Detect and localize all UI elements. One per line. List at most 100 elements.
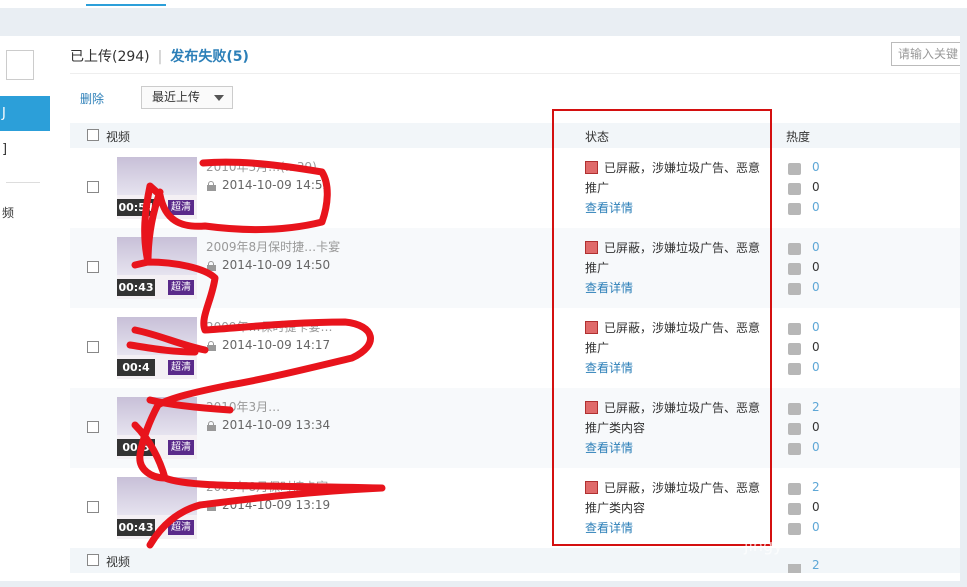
lock-icon: [207, 421, 216, 431]
play-icon: [788, 163, 801, 175]
row-checkbox[interactable]: [87, 261, 99, 273]
video-title[interactable]: 2009年8月保时捷…卡宴: [206, 238, 340, 255]
row-checkbox[interactable]: [87, 341, 99, 353]
sidebar: J ] 频: [0, 36, 50, 581]
sort-select[interactable]: 最近上传: [141, 86, 233, 109]
play-count: 0: [812, 320, 820, 334]
tab-separator: |: [157, 49, 163, 65]
lock-icon: [207, 181, 216, 191]
upload-tabs: 已上传(294) | 发布失败(5): [70, 46, 249, 66]
tab-failed[interactable]: 发布失败(5): [170, 49, 249, 65]
chevron-down-icon: [214, 95, 224, 101]
heat-cell: 2 0 0: [788, 400, 848, 460]
sidebar-item-2[interactable]: ]: [2, 142, 7, 157]
heat-cell: 2 0 0: [788, 480, 848, 540]
sidebar-item-active[interactable]: J: [0, 96, 50, 131]
upload-date: 2014-10-09 14:50: [222, 258, 331, 272]
thumbnail-art: [117, 237, 197, 275]
table-row: 00:4 超清 2009年…保时捷卡宴… 2014-10-09 14:17 已屏蔽，涉嫌…: [70, 308, 960, 388]
table-row: 00:43 超清 2009年8月保时捷卡宴 2014-10-09 13:19 已屏蔽，涉…: [70, 468, 960, 548]
play-icon: [788, 403, 801, 415]
hd-badge: 超清: [168, 280, 194, 295]
footer-heat-value: 2: [812, 558, 820, 572]
heat-cell: 0 0 0: [788, 240, 848, 300]
video-thumbnail[interactable]: 00:4 超清: [117, 317, 197, 379]
select-all-checkbox-bottom[interactable]: [87, 554, 99, 566]
comment-icon: [788, 503, 801, 515]
play-icon: [788, 483, 801, 495]
sidebar-button[interactable]: [6, 50, 34, 80]
column-header-heat: 热度: [786, 130, 811, 144]
table-row: 00:43 超清 2009年8月保时捷…卡宴 2014-10-09 14:50 已屏蔽，…: [70, 228, 960, 308]
duration-badge: 00:43: [117, 279, 155, 296]
video-thumbnail[interactable]: 00:43 超清: [117, 477, 197, 539]
play-count: 2: [812, 480, 820, 494]
sort-select-value: 最近上传: [152, 90, 201, 104]
lock-icon: [207, 501, 216, 511]
comment-count: 0: [812, 500, 820, 514]
select-all-checkbox[interactable]: [87, 129, 99, 141]
highlight-box: [552, 109, 772, 546]
play-count: 0: [812, 160, 820, 174]
play-icon: [788, 564, 801, 573]
share-count: 0: [812, 520, 820, 534]
share-count: 0: [812, 360, 820, 374]
upload-date: 2014-10-09 13:19: [222, 498, 331, 512]
video-title[interactable]: 2010年3月…(…39): [206, 158, 317, 175]
duration-badge: 00:5: [117, 439, 155, 456]
share-count: 0: [812, 200, 820, 214]
comment-count: 0: [812, 340, 820, 354]
video-thumbnail[interactable]: 00:5 超清: [117, 397, 197, 459]
row-checkbox[interactable]: [87, 421, 99, 433]
lock-icon: [207, 261, 216, 271]
comment-icon: [788, 423, 801, 435]
table-header: 视频 状态 热度: [70, 123, 960, 148]
row-checkbox[interactable]: [87, 501, 99, 513]
thumbnail-art: [117, 477, 197, 515]
comment-icon: [788, 343, 801, 355]
table-row: 00:5 超清 2010年3月… 2014-10-09 13:34 已屏蔽，涉嫌垃圾广告…: [70, 388, 960, 468]
play-icon: [788, 243, 801, 255]
play-count: 0: [812, 240, 820, 254]
thumbnail-art: [117, 397, 197, 435]
share-icon: [788, 203, 801, 215]
share-count: 0: [812, 280, 820, 294]
column-header-video: 视频: [106, 130, 131, 144]
heat-cell: 0 0 0: [788, 320, 848, 380]
comment-count: 0: [812, 420, 820, 434]
hd-badge: 超清: [168, 360, 194, 375]
delete-button[interactable]: 删除: [80, 90, 104, 107]
divider: [70, 73, 960, 74]
watermark: jingy: [744, 536, 783, 555]
upload-date: 2014-10-09 14:17: [222, 338, 331, 352]
search-input[interactable]: 请输入关键: [891, 42, 960, 66]
duration-badge: 00:43: [117, 519, 155, 536]
sidebar-item-3[interactable]: 频: [2, 204, 14, 221]
comment-icon: [788, 183, 801, 195]
sidebar-divider: [6, 182, 40, 183]
video-title[interactable]: 2010年3月…: [206, 398, 280, 415]
column-footer-video: 视频: [106, 555, 131, 569]
comment-icon: [788, 263, 801, 275]
comment-count: 0: [812, 260, 820, 274]
video-title[interactable]: 2009年8月保时捷卡宴: [206, 478, 328, 495]
main-panel: 已上传(294) | 发布失败(5) 请输入关键 删除 最近上传 视频 状态 热度 …: [50, 36, 960, 581]
table-footer-header: 视频 2: [70, 548, 960, 573]
hd-badge: 超清: [168, 520, 194, 535]
video-title[interactable]: 2009年…保时捷卡宴…: [206, 318, 333, 335]
play-icon: [788, 323, 801, 335]
video-thumbnail[interactable]: 00:43 超清: [117, 237, 197, 299]
play-count: 2: [812, 400, 820, 414]
thumbnail-art: [117, 317, 197, 355]
tab-uploaded[interactable]: 已上传(294): [70, 49, 150, 65]
thumbnail-art: [117, 157, 197, 195]
comment-count: 0: [812, 180, 820, 194]
row-checkbox[interactable]: [87, 181, 99, 193]
video-thumbnail[interactable]: 00:54 超清: [117, 157, 197, 219]
lock-icon: [207, 341, 216, 351]
top-strip: [0, 0, 967, 8]
duration-badge: 00:4: [117, 359, 155, 376]
upload-date: 2014-10-09 13:34: [222, 418, 331, 432]
share-icon: [788, 523, 801, 535]
duration-badge: 00:54: [117, 199, 155, 216]
